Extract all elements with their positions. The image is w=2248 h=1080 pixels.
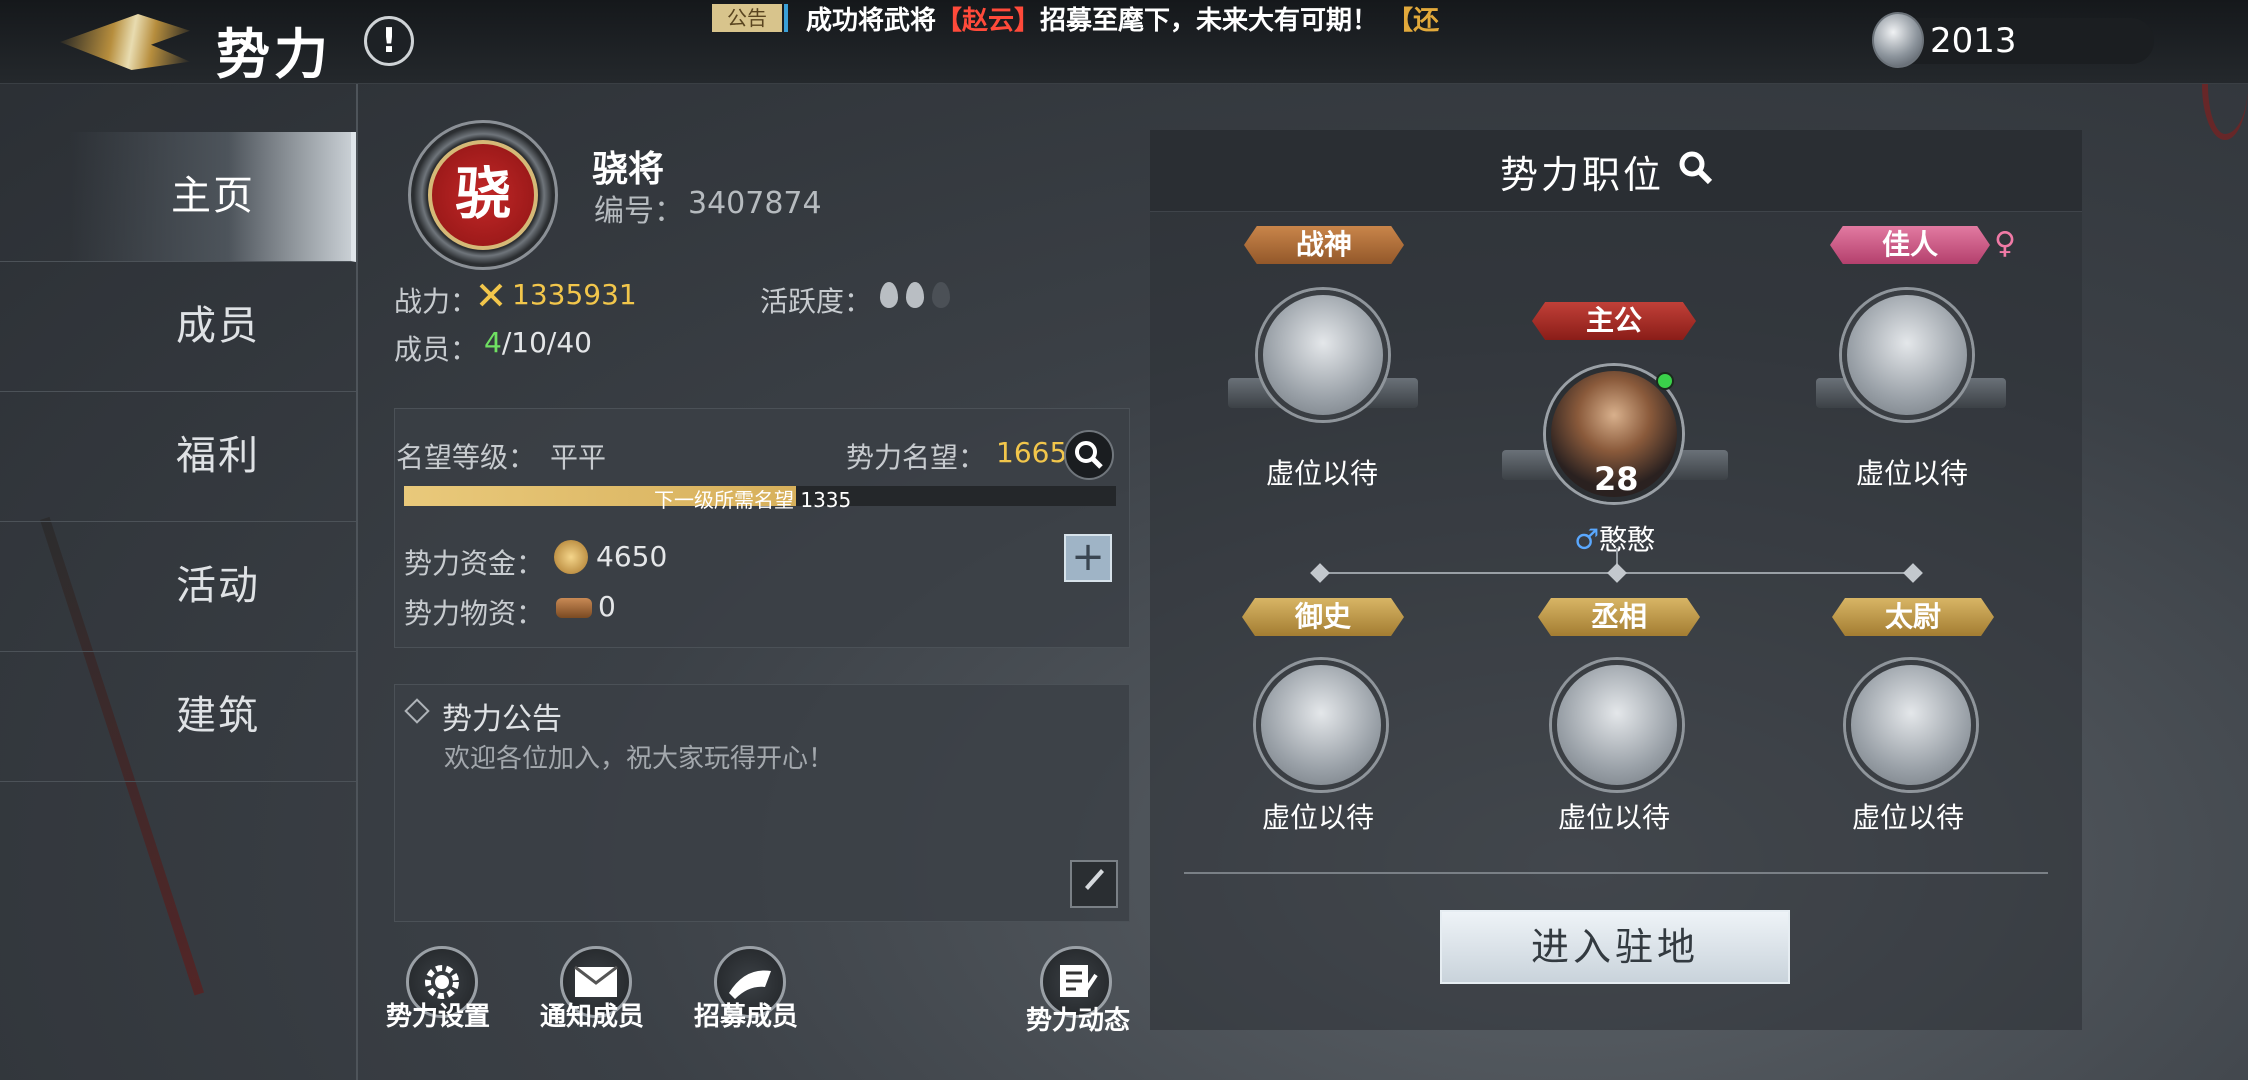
activity-label: 活跃度： (760, 285, 873, 318)
funds-value: 4650 (596, 540, 668, 573)
sidebar-item-buildings[interactable]: 建筑 (0, 652, 356, 782)
notify-members-label: 通知成员 (540, 1002, 645, 1032)
flame-icon (880, 282, 898, 308)
magnifier-icon (1075, 441, 1103, 469)
supplies-value: 0 (598, 590, 616, 623)
slot-status-commander: 虚位以待 (1852, 801, 1965, 834)
flame-icon (906, 282, 924, 308)
silver-coin-icon (1872, 12, 1924, 68)
online-status-dot (1656, 372, 1674, 390)
positions-search-icon[interactable] (1676, 148, 1716, 188)
prestige-search-button[interactable] (1064, 430, 1114, 480)
empty-slot-chancellor[interactable] (1552, 660, 1682, 790)
sidebar-item-activities[interactable]: 活动 (0, 522, 356, 652)
prestige-level-value: 平平 (550, 441, 607, 474)
edit-notice-button[interactable] (1070, 860, 1118, 908)
position-banner-lord: 主公 (1532, 302, 1696, 340)
position-banner-commander: 太尉 (1832, 598, 1994, 636)
faction-news-label: 势力动态 (1026, 1006, 1131, 1036)
flame-icon (932, 282, 950, 308)
page-title: 势力 (216, 22, 332, 86)
info-exclamation-icon[interactable]: ! (364, 16, 414, 66)
position-banner-beauty: 佳人 (1830, 226, 1990, 264)
female-symbol-icon: ♀ (1994, 226, 2016, 261)
power-value: 1335931 (512, 278, 637, 311)
recruit-members-label: 招募成员 (694, 1002, 799, 1032)
slot-status-beauty: 虚位以待 (1856, 457, 1969, 490)
prestige-level-label: 名望等级： (396, 441, 537, 474)
sidebar-item-home[interactable]: 主页 (0, 132, 356, 262)
announcement-tail: 【还 (1387, 6, 1440, 36)
empty-slot-censor[interactable] (1256, 660, 1386, 790)
faction-emblem[interactable]: 骁 (428, 140, 538, 250)
empty-slot-war-god[interactable] (1258, 290, 1388, 420)
sidebar-item-members[interactable]: 成员 (0, 262, 356, 392)
currency-value: 2013 (1930, 21, 2017, 61)
positions-title: 势力职位 (1500, 153, 1665, 197)
leader-name-row[interactable]: ♂憨憨 (1574, 518, 1655, 558)
slot-status-war-god: 虚位以待 (1266, 457, 1379, 490)
wood-logs-icon (556, 598, 592, 618)
prestige-points-label: 势力名望： (846, 441, 987, 474)
faction-id-label: 编号： (594, 194, 684, 229)
activity-meter (880, 282, 958, 308)
announcement-prefix: 成功将武将 (806, 6, 937, 36)
notice-text: 欢迎各位加入，祝大家玩得开心！ (444, 744, 835, 774)
leader-level: 28 (1594, 460, 1639, 498)
announcement-ticker: 成功将武将【赵云】招募至麾下，未来大有可期！ 【还 (806, 0, 1439, 37)
power-label: 战力： (394, 285, 479, 318)
position-banner-war-god: 战神 (1244, 226, 1404, 264)
slot-status-censor: 虚位以待 (1262, 801, 1375, 834)
empty-slot-beauty[interactable] (1842, 290, 1972, 420)
notepad-icon (1060, 965, 1098, 997)
members-count: 4/10/40 (484, 326, 592, 359)
pen-icon (1085, 869, 1104, 890)
announcement-suffix: 招募至麾下，未来大有可期！ (1040, 6, 1379, 36)
add-funds-button[interactable]: + (1064, 534, 1112, 582)
prestige-progress-text: 下一级所需名望 1335 (654, 488, 852, 512)
position-banner-censor: 御史 (1242, 598, 1404, 636)
members-label: 成员： (394, 333, 479, 366)
members-current: 4 (484, 326, 502, 359)
sidebar-divider (356, 84, 358, 1080)
enter-base-button[interactable]: 进入驻地 (1440, 910, 1790, 984)
members-capacity: /10/40 (501, 326, 592, 359)
male-symbol-icon: ♂ (1574, 523, 1600, 556)
prestige-points-value: 1665 (996, 436, 1068, 469)
faction-id-value: 3407874 (688, 186, 822, 221)
envelope-icon (574, 965, 618, 997)
funds-label: 势力资金： (404, 547, 545, 580)
position-banner-chancellor: 丞相 (1538, 598, 1700, 636)
faction-settings-label: 势力设置 (386, 1002, 491, 1032)
empty-slot-commander[interactable] (1846, 660, 1976, 790)
announcement-divider (784, 4, 788, 32)
positions-divider (1184, 872, 2048, 874)
leader-name: 憨憨 (1599, 523, 1656, 556)
coin-pouch-icon (554, 540, 588, 574)
supplies-label: 势力物资： (404, 597, 545, 630)
announcement-badge: 公告 (712, 4, 782, 32)
crossed-swords-icon (478, 282, 504, 308)
notice-title: 势力公告 (442, 702, 562, 737)
sidebar-item-welfare[interactable]: 福利 (0, 392, 356, 522)
slot-status-chancellor: 虚位以待 (1558, 801, 1671, 834)
announcement-highlight: 【赵云】 (936, 6, 1041, 36)
faction-name: 骁将 (592, 148, 665, 190)
